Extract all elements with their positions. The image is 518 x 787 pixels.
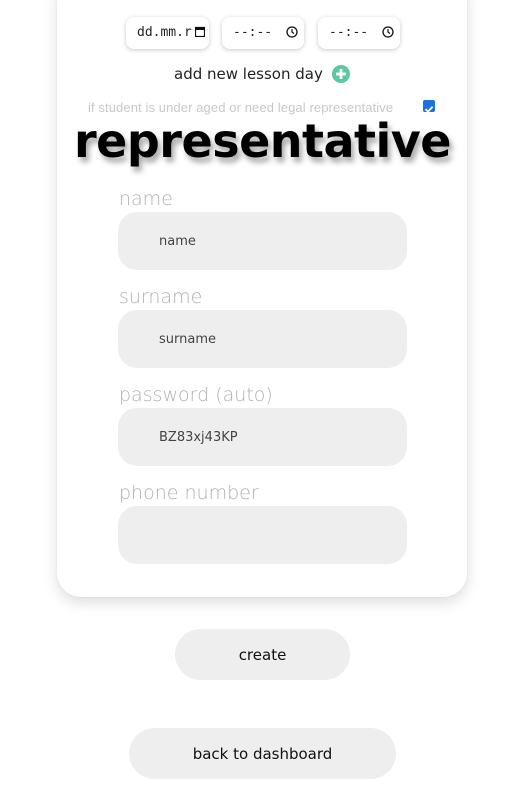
password-input[interactable] <box>118 408 407 466</box>
name-input[interactable] <box>118 212 407 270</box>
start-time-placeholder: --:-- <box>233 25 273 40</box>
back-to-dashboard-button[interactable]: back to dashboard <box>129 728 396 779</box>
phone-number-label: phone number <box>119 482 259 504</box>
representative-heading: representative <box>74 114 452 168</box>
phone-number-input[interactable] <box>118 506 407 564</box>
add-lesson-day-label: add new lesson day <box>174 65 323 83</box>
representative-checkbox-label: if student is under aged or need legal r… <box>88 100 394 115</box>
lesson-date-input[interactable]: dd.mm.r <box>126 17 209 49</box>
page: dd.mm.r --:-- --:-- add new lesson day i… <box>0 0 518 787</box>
clock-icon[interactable] <box>286 26 298 38</box>
lesson-start-time-input[interactable]: --:-- <box>222 17 304 49</box>
surname-input[interactable] <box>118 310 407 368</box>
surname-label: surname <box>119 286 203 308</box>
name-label: name <box>119 188 173 210</box>
add-lesson-day-button[interactable]: add new lesson day <box>174 64 350 84</box>
calendar-icon[interactable] <box>195 26 205 37</box>
plus-circle-icon[interactable] <box>331 65 350 83</box>
representative-checkbox[interactable] <box>423 100 435 113</box>
password-label: password (auto) <box>119 384 273 406</box>
create-button[interactable]: create <box>175 629 350 680</box>
date-placeholder: dd.mm.r <box>137 25 192 40</box>
end-time-placeholder: --:-- <box>329 25 369 40</box>
lesson-end-time-input[interactable]: --:-- <box>318 17 400 49</box>
clock-icon[interactable] <box>382 26 394 38</box>
